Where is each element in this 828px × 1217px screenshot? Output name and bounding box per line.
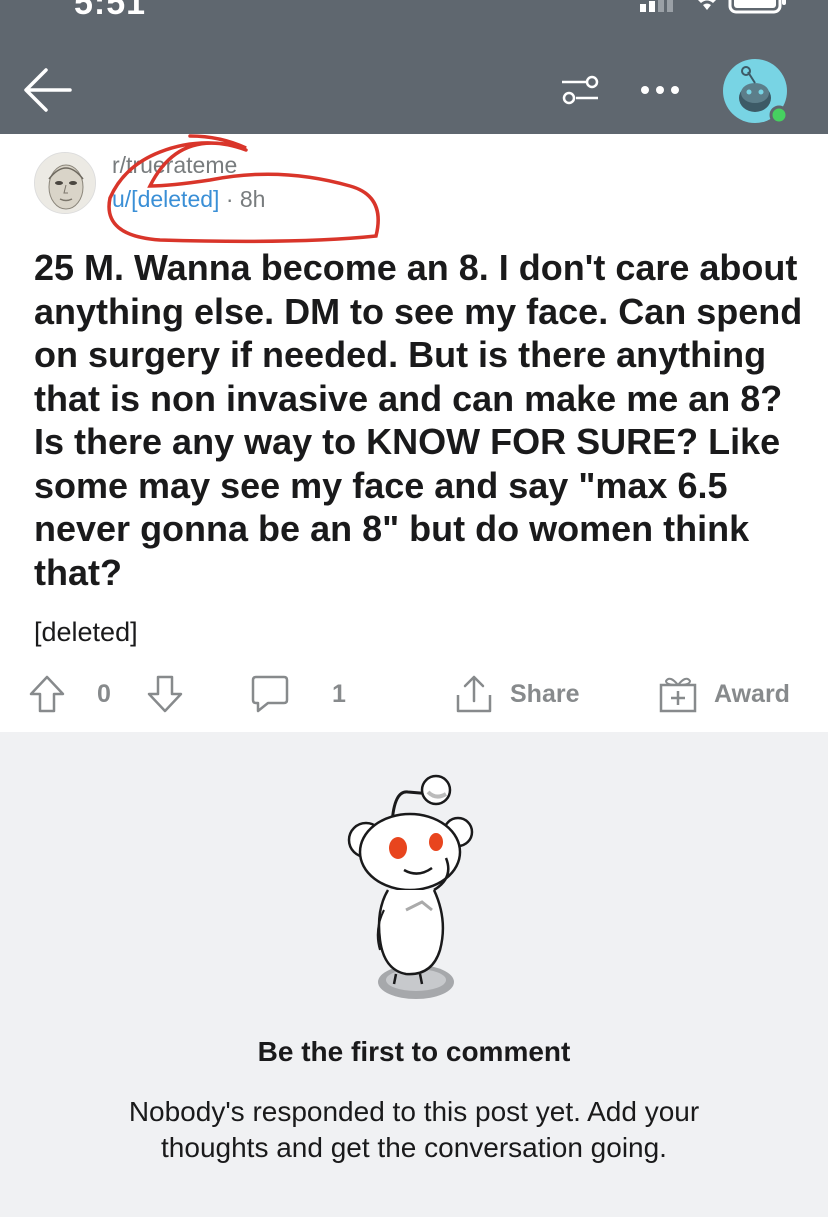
sort-filter-button[interactable] — [560, 72, 600, 108]
face-sketch-icon — [35, 153, 95, 213]
post-actions-bar: 0 1 Share Award — [0, 666, 828, 722]
back-button[interactable] — [22, 64, 74, 116]
user-avatar-icon — [723, 59, 789, 125]
downvote-button[interactable] — [146, 666, 184, 722]
wifi-icon — [698, 0, 716, 10]
more-options-button[interactable] — [640, 76, 682, 104]
award-button[interactable]: Award — [658, 666, 790, 722]
empty-state-message: Nobody's responded to this post yet. Add… — [128, 1096, 700, 1163]
subreddit-name[interactable]: r/truerateme — [112, 152, 237, 179]
post-meta: u/[deleted] · 8h — [112, 186, 265, 213]
post-age: 8h — [239, 186, 266, 212]
downvote-arrow-icon — [147, 675, 183, 713]
award-gift-icon — [659, 677, 697, 713]
comment-button[interactable]: 1 — [250, 666, 346, 722]
comments-empty-state: Be the first to comment Nobody's respond… — [0, 732, 828, 1217]
snoo-mascot-icon — [347, 774, 474, 999]
signal-icon — [640, 0, 673, 12]
user-avatar-button[interactable] — [722, 58, 790, 126]
app-screen: 5:51 r/truerateme u/[deleted] · 8h 25 M.… — [0, 0, 828, 1217]
upvote-arrow-icon — [29, 675, 65, 713]
top-nav-bar: 5:51 — [0, 0, 828, 134]
back-arrow-icon — [24, 68, 72, 112]
empty-state-title: Be the first to comment — [257, 1036, 571, 1067]
post-title: 25 M. Wanna become an 8. I don't care ab… — [34, 247, 803, 593]
share-icon — [456, 675, 492, 713]
award-label: Award — [714, 679, 790, 708]
author-link[interactable]: u/[deleted] — [112, 186, 219, 212]
status-time: 5:51 — [74, 0, 147, 22]
comment-bubble-icon — [251, 675, 289, 713]
share-label: Share — [510, 679, 580, 708]
vote-count: 0 — [97, 666, 111, 722]
vote-count-text: 0 — [97, 679, 111, 708]
share-button[interactable]: Share — [454, 666, 579, 722]
sort-filter-icon — [562, 75, 599, 105]
subreddit-avatar[interactable] — [34, 152, 96, 214]
more-dots-icon — [641, 86, 679, 94]
meta-separator: · — [225, 186, 234, 212]
status-icons — [640, 0, 800, 16]
post-body: [deleted] — [34, 617, 138, 647]
battery-icon — [728, 0, 786, 14]
upvote-button[interactable] — [28, 666, 66, 722]
comment-count: 1 — [332, 679, 346, 708]
